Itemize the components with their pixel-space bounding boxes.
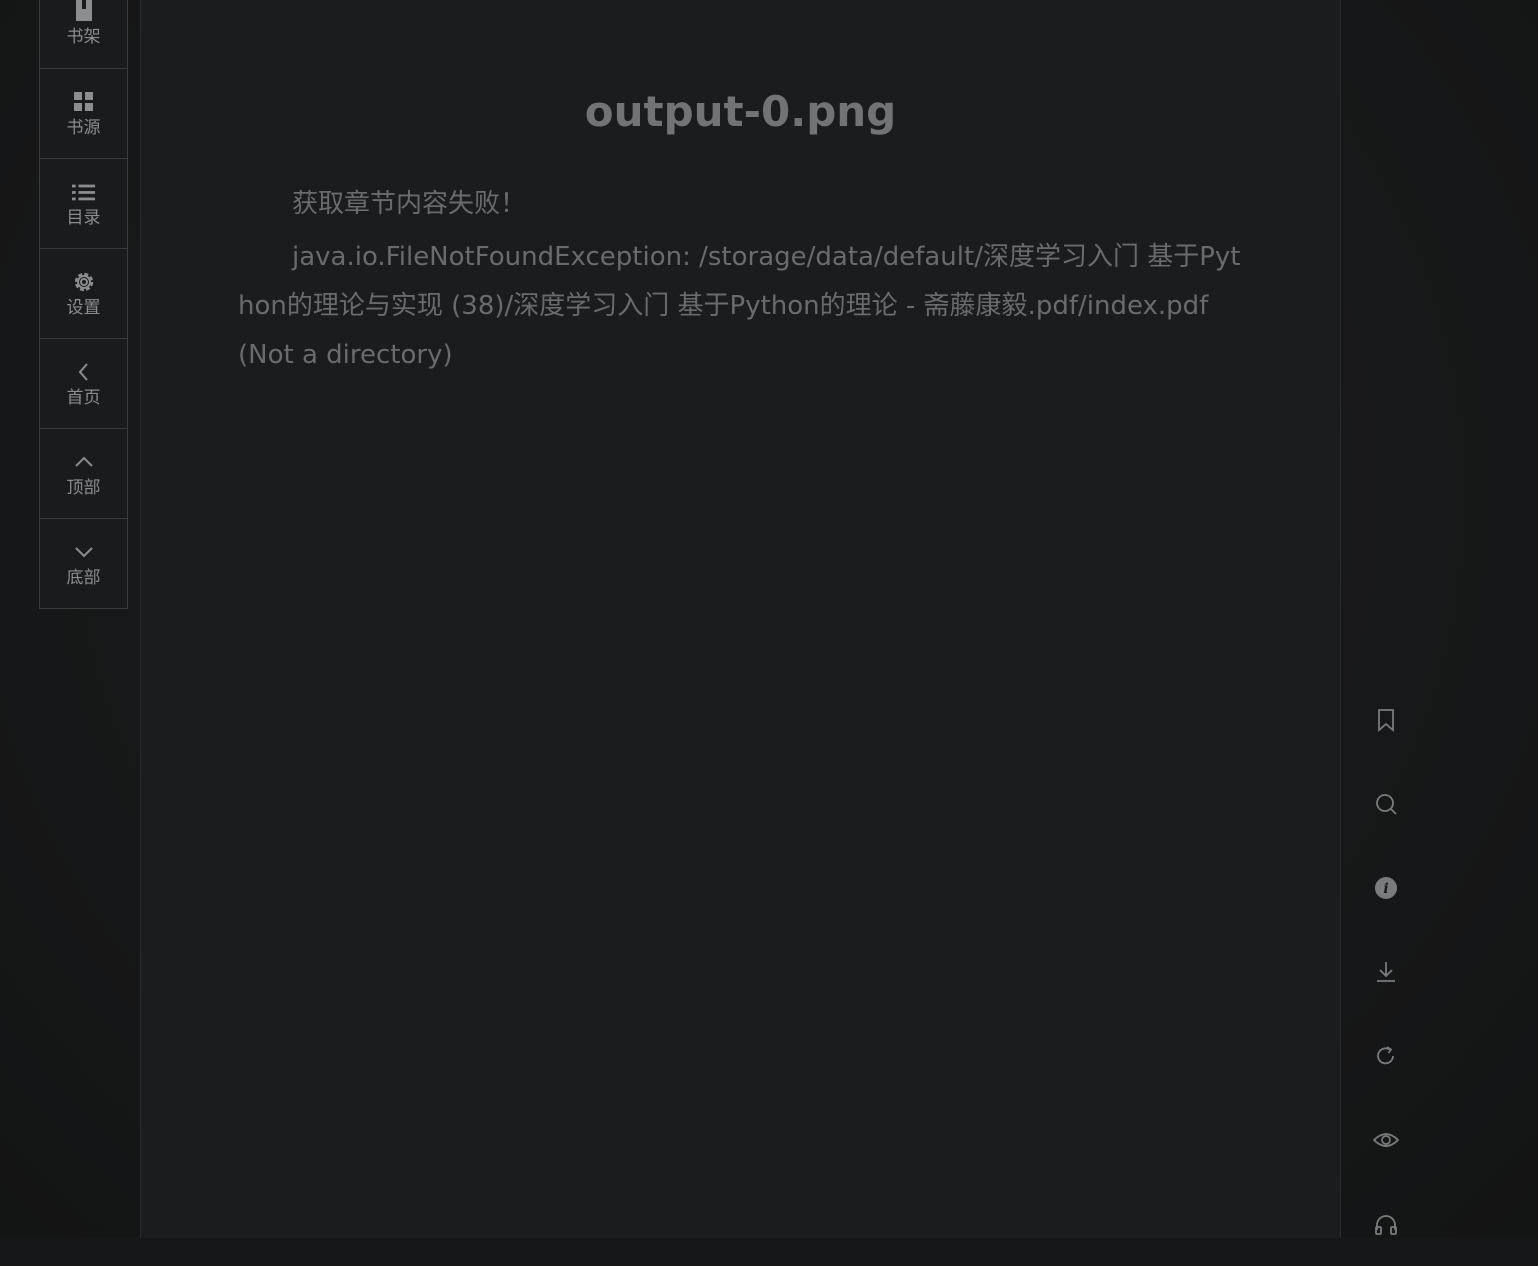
- listen-button[interactable]: [1358, 1182, 1414, 1266]
- refresh-button[interactable]: [1358, 1014, 1414, 1098]
- search-icon: [1374, 792, 1398, 816]
- refresh-icon: [1374, 1044, 1398, 1068]
- chevron-down-icon: [72, 540, 96, 564]
- chapter-title: output-0.png: [584, 87, 897, 136]
- bookmark-icon: [1376, 708, 1396, 732]
- gear-icon: [72, 270, 96, 294]
- toolbar-label: 底部: [66, 567, 101, 588]
- toolbar-label: 设置: [66, 297, 101, 318]
- left-toolbar: 书架 书源 目录 设置 首页 顶部 底部: [39, 0, 128, 609]
- eye-icon: [1373, 1130, 1399, 1150]
- content-paragraph: java.io.FileNotFoundException: /storage/…: [238, 242, 1241, 370]
- grid-icon: [72, 90, 96, 114]
- toolbar-item-bottom[interactable]: 底部: [40, 518, 127, 608]
- bookmark-button[interactable]: [1358, 678, 1414, 762]
- toolbar-label: 顶部: [66, 477, 101, 498]
- svg-text:i: i: [1383, 881, 1388, 897]
- toolbar-label: 书源: [66, 117, 101, 138]
- search-button[interactable]: [1358, 762, 1414, 846]
- chevron-up-icon: [72, 450, 96, 474]
- toolbar-label: 目录: [66, 207, 101, 228]
- right-toolbar: i: [1358, 678, 1414, 1266]
- toolbar-item-top[interactable]: 顶部: [40, 428, 127, 518]
- content-paragraph: 获取章节内容失败！: [292, 189, 527, 219]
- toolbar-item-book-source[interactable]: 书源: [40, 68, 127, 158]
- toolbar-item-home[interactable]: 首页: [40, 338, 127, 428]
- download-icon: [1374, 960, 1398, 984]
- chevron-left-icon: [72, 360, 96, 384]
- toolbar-item-catalog[interactable]: 目录: [40, 158, 127, 248]
- eye-button[interactable]: [1358, 1098, 1414, 1182]
- toolbar-item-bookshelf[interactable]: 书架: [40, 0, 127, 68]
- info-button[interactable]: i: [1358, 846, 1414, 930]
- headphones-icon: [1374, 1212, 1398, 1236]
- toolbar-item-settings[interactable]: 设置: [40, 248, 127, 338]
- list-icon: [71, 180, 96, 204]
- bookshelf-icon: [72, 0, 96, 23]
- download-button[interactable]: [1358, 930, 1414, 1014]
- info-icon: i: [1374, 876, 1398, 900]
- toolbar-label: 书架: [66, 27, 101, 47]
- toolbar-label: 首页: [66, 387, 101, 408]
- chapter-content: 获取章节内容失败！ java.io.FileNotFoundException:…: [238, 180, 1246, 384]
